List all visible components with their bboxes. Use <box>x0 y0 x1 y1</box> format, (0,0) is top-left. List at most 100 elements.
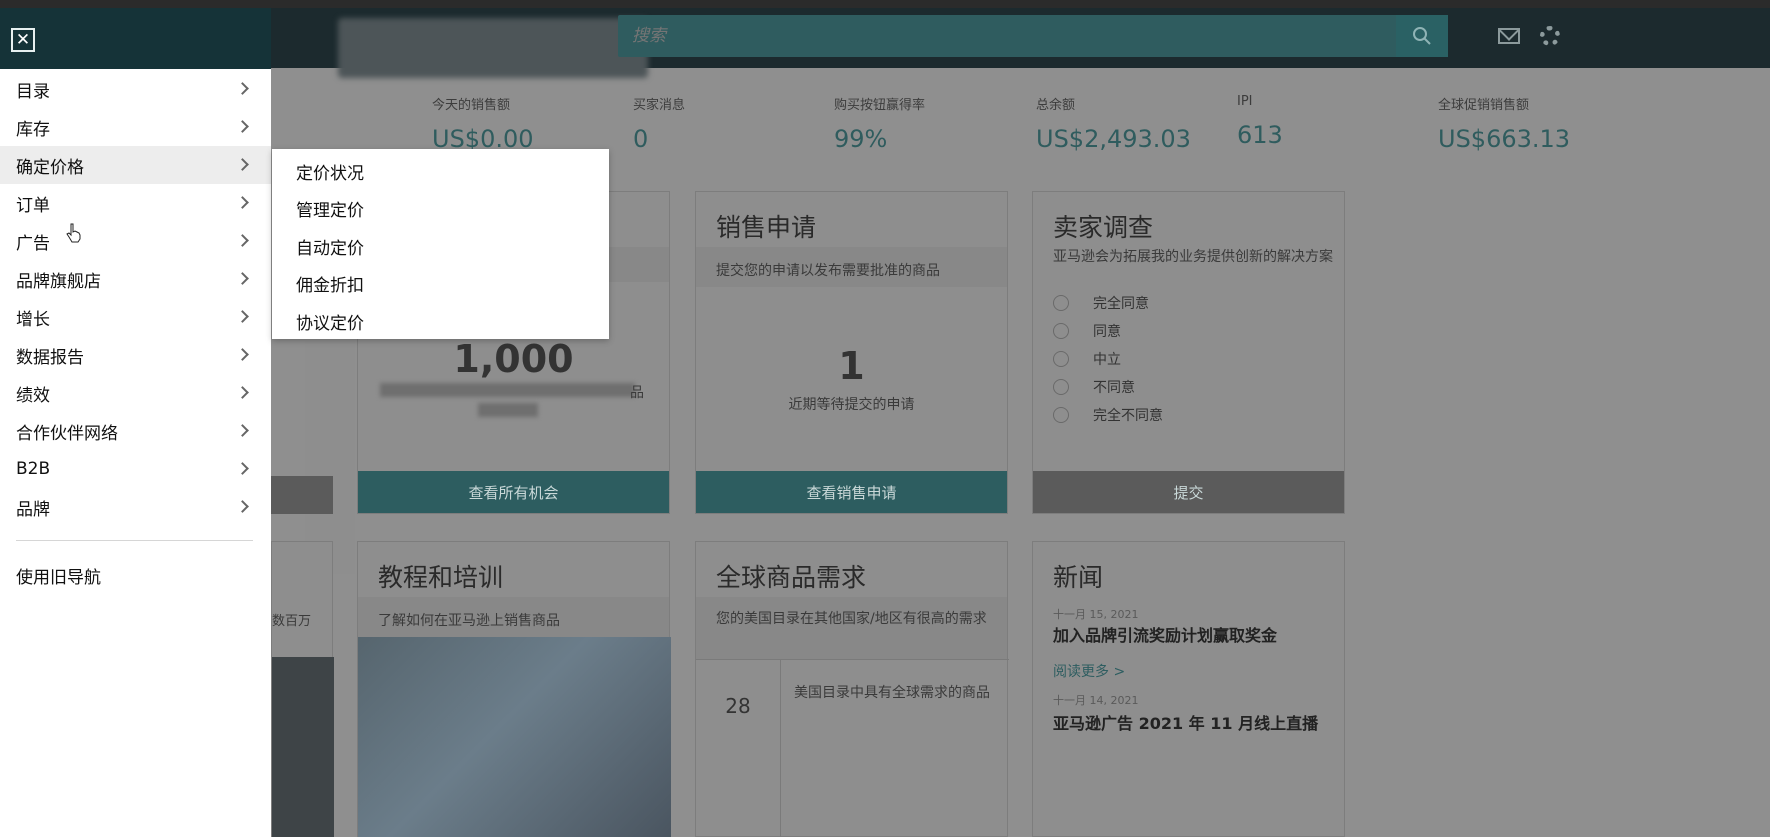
divider <box>780 659 781 837</box>
metric-global-promo-sales[interactable]: 全球促销销售额 US$663.13 <box>1438 94 1570 153</box>
radio-button[interactable] <box>1053 379 1069 395</box>
submenu-item-fee-discounts[interactable]: 佣金折扣 <box>296 271 364 296</box>
nav-item-growth[interactable]: 增长 <box>0 298 271 336</box>
partial-text: 数百万 <box>272 614 312 629</box>
nav-item-brand-stores[interactable]: 品牌旗舰店 <box>0 260 271 298</box>
nav-item-b2b[interactable]: B2B <box>0 450 271 488</box>
partial-card-button <box>271 476 333 514</box>
read-more-link[interactable]: 阅读更多 > <box>1053 661 1125 681</box>
survey-option[interactable]: 完全同意 <box>1053 293 1149 313</box>
nav-item-inventory[interactable]: 库存 <box>0 108 271 146</box>
chevron-right-icon <box>236 120 249 133</box>
news-date: 十一月 15, 2021 <box>1053 608 1139 621</box>
metric-value: 99% <box>834 125 888 153</box>
nav-item-catalog[interactable]: 目录 <box>0 70 271 108</box>
blurred-caption <box>380 383 635 397</box>
card-subtitle: 您的美国目录在其他国家/地区有很高的需求 <box>716 611 987 627</box>
window-strip <box>0 0 1770 8</box>
view-all-opportunities-button[interactable]: 查看所有机会 <box>358 471 669 513</box>
survey-option[interactable]: 同意 <box>1053 321 1121 341</box>
partial-card-left-2: 数百万 <box>271 541 334 837</box>
search-button[interactable] <box>1396 15 1448 57</box>
search-icon <box>1413 27 1431 45</box>
card-title: 卖家调查 <box>1053 213 1154 242</box>
metric-total-balance[interactable]: 总余额 US$2,493.03 <box>1036 94 1191 153</box>
metric-value: 0 <box>633 125 649 153</box>
metric-ipi[interactable]: IPI 613 <box>1237 94 1283 149</box>
radio-button[interactable] <box>1053 351 1069 367</box>
chevron-right-icon <box>236 462 249 475</box>
nav-item-partner-network[interactable]: 合作伙伴网络 <box>0 412 271 450</box>
chevron-right-icon <box>236 386 249 399</box>
metric-label: 买家消息 <box>633 98 686 113</box>
chevron-right-icon <box>236 234 249 247</box>
search-input[interactable] <box>618 15 1418 57</box>
news-headline[interactable]: 加入品牌引流奖励计划赢取奖金 <box>1053 622 1277 646</box>
survey-option[interactable]: 完全不同意 <box>1053 405 1163 425</box>
survey-question: 亚马逊会为拓展我的业务提供创新的解决方案 <box>1053 249 1333 265</box>
close-button[interactable]: ✕ <box>11 28 35 52</box>
card-training: 教程和培训 了解如何在亚马逊上销售商品 <box>357 541 671 837</box>
radio-button[interactable] <box>1053 323 1069 339</box>
nav-item-reports[interactable]: 数据报告 <box>0 336 271 374</box>
chevron-right-icon <box>236 500 249 513</box>
submenu-item-manage-pricing[interactable]: 管理定价 <box>296 196 364 221</box>
metric-buyer-messages[interactable]: 买家消息 0 <box>633 94 685 153</box>
metric-buybox-rate[interactable]: 购买按钮赢得率 99% <box>834 94 925 153</box>
nav-drawer-header: ✕ <box>0 8 271 69</box>
sales-request-number: 1 <box>838 344 865 388</box>
nav-item-brands[interactable]: 品牌 <box>0 488 271 526</box>
card-title: 教程和培训 <box>378 563 504 592</box>
view-sales-requests-button[interactable]: 查看销售申请 <box>696 471 1007 513</box>
divider <box>696 659 1009 660</box>
training-image[interactable] <box>358 637 671 837</box>
search-box[interactable] <box>618 15 1448 57</box>
metric-value: US$2,493.03 <box>1036 125 1191 153</box>
news-headline[interactable]: 亚马逊广告 2021 年 11 月线上直播 <box>1053 710 1318 734</box>
card-subtitle: 提交您的申请以发布需要批准的商品 <box>716 263 940 279</box>
card-global-demand: 全球商品需求 您的美国目录在其他国家/地区有很高的需求 28 美国目录中具有全球… <box>695 541 1009 837</box>
gear-icon[interactable] <box>1540 26 1560 46</box>
metric-label: IPI <box>1237 94 1253 109</box>
nav-item-performance[interactable]: 绩效 <box>0 374 271 412</box>
submit-survey-button[interactable]: 提交 <box>1033 471 1344 513</box>
chevron-right-icon <box>236 82 249 95</box>
global-demand-text[interactable]: 美国目录中具有全球需求的商品 <box>794 684 994 702</box>
metric-value: US$663.13 <box>1438 125 1571 153</box>
pricing-submenu: 定价状况 管理定价 自动定价 佣金折扣 协议定价 <box>272 149 609 339</box>
radio-button[interactable] <box>1053 407 1069 423</box>
opportunity-caption-tail: 品 <box>630 385 644 401</box>
chevron-right-icon <box>236 158 249 171</box>
use-legacy-nav-link[interactable]: 使用旧导航 <box>16 563 101 588</box>
submenu-item-pricing-health[interactable]: 定价状况 <box>296 159 364 184</box>
metric-label: 今天的销售额 <box>432 98 511 113</box>
metric-today-sales[interactable]: 今天的销售额 US$0.00 <box>432 94 534 153</box>
news-date: 十一月 14, 2021 <box>1053 694 1139 707</box>
submenu-item-automate-pricing[interactable]: 自动定价 <box>296 234 364 259</box>
sales-request-caption: 近期等待提交的申请 <box>788 397 915 413</box>
nav-item-orders[interactable]: 订单 <box>0 184 271 222</box>
hand-cursor-icon <box>66 223 81 243</box>
submenu-item-negotiated-pricing[interactable]: 协议定价 <box>296 309 364 334</box>
nav-menu: 目录 库存 确定价格 订单 广告 品牌旗舰店 增长 数据报告 绩效 合作伙伴网络… <box>0 70 271 526</box>
metric-label: 全球促销销售额 <box>1438 98 1530 113</box>
nav-item-advertising[interactable]: 广告 <box>0 222 271 260</box>
close-icon: ✕ <box>15 29 31 50</box>
survey-option[interactable]: 中立 <box>1053 349 1121 369</box>
survey-option[interactable]: 不同意 <box>1053 377 1135 397</box>
card-band <box>696 597 1007 659</box>
chevron-right-icon <box>236 272 249 285</box>
card-seller-survey: 卖家调查 亚马逊会为拓展我的业务提供创新的解决方案 完全同意 同意 中立 不同意… <box>1032 191 1345 514</box>
card-title: 销售申请 <box>716 213 817 242</box>
metric-label: 购买按钮赢得率 <box>834 98 926 113</box>
card-sales-request: 销售申请 提交您的申请以发布需要批准的商品 1 近期等待提交的申请 查看销售申请 <box>695 191 1008 514</box>
chevron-right-icon <box>236 196 249 209</box>
blurred-caption <box>478 403 538 417</box>
mail-icon[interactable] <box>1498 28 1520 44</box>
card-subtitle: 了解如何在亚马逊上销售商品 <box>378 613 560 629</box>
opportunity-number: 1,000 <box>453 337 574 381</box>
nav-item-pricing[interactable]: 确定价格 <box>0 146 271 184</box>
partial-image <box>272 657 334 837</box>
nav-divider <box>16 540 253 541</box>
radio-button[interactable] <box>1053 295 1069 311</box>
